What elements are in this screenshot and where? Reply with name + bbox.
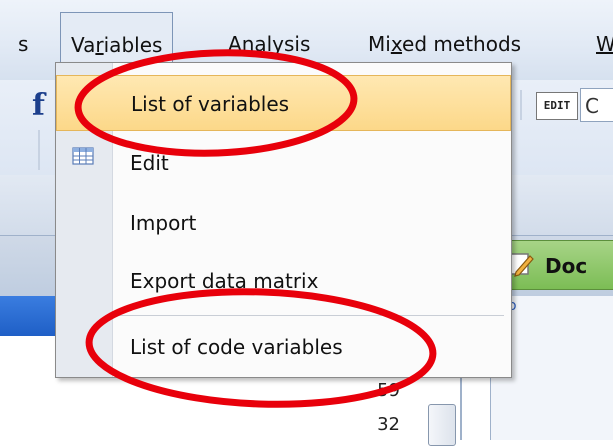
grid-icon (72, 147, 94, 165)
menu-analysis-label-b: nalysis (241, 32, 311, 56)
count-value: 59 (377, 380, 400, 401)
menu-mixed-accel: x (390, 32, 403, 56)
function-icon[interactable]: f (32, 88, 45, 123)
menu-variables-accel: r (95, 33, 104, 57)
toolbar-combo-input[interactable]: C (580, 88, 613, 122)
menu-item-import[interactable]: Import (56, 195, 511, 251)
variables-dropdown-menu: List of variables Edit Import Export dat… (55, 62, 512, 378)
menu-item-label: List of variables (131, 92, 290, 116)
menu-item-label: Import (130, 211, 197, 235)
menu-separator (118, 315, 504, 316)
menu-item-list-of-code-variables[interactable]: List of code variables (56, 319, 511, 375)
menu-item-edit[interactable]: Edit (56, 135, 511, 191)
menu-mixed-label-a: Mi (368, 32, 391, 56)
toolbar-separator (520, 90, 522, 120)
menu-w-accel: W (596, 32, 613, 56)
menu-item-label: Export data matrix (130, 269, 319, 293)
menu-analysis-accel: A (228, 32, 242, 56)
edit-icon[interactable]: EDIT (536, 92, 578, 120)
menu-item-list-of-variables[interactable]: List of variables (56, 75, 511, 131)
menu-item-s[interactable]: s (18, 22, 28, 66)
menu-variables-label-a: Va (71, 33, 96, 57)
menu-item-label: List of code variables (130, 335, 343, 359)
menu-analysis[interactable]: Analysis (228, 22, 310, 66)
menu-item-export-data-matrix[interactable]: Export data matrix (56, 253, 511, 309)
count-value: 32 (377, 414, 400, 435)
document-browser-label: Doc (545, 254, 588, 278)
selected-row-highlight (0, 296, 60, 336)
menu-w[interactable]: W (596, 22, 613, 66)
menu-variables-label-b: iables (103, 33, 163, 57)
menu-item-label: Edit (130, 151, 169, 175)
menu-item-s-label: s (18, 32, 29, 56)
toolbar-separator (38, 130, 40, 170)
menu-mixed-methods[interactable]: Mixed methods (368, 22, 521, 66)
menu-mixed-label-b: ed methods (402, 32, 522, 56)
